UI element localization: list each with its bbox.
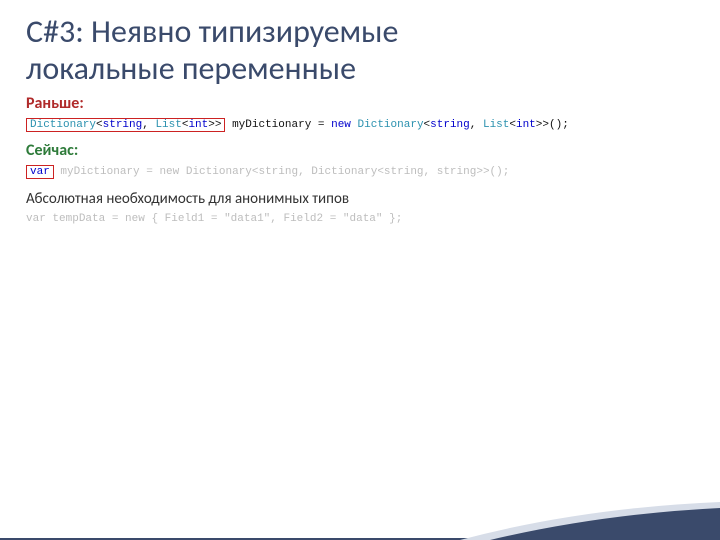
code-now: var myDictionary = new Dictionary<string…	[26, 162, 694, 182]
code-anon: var tempData = new { Field1 = "data1", F…	[26, 210, 694, 228]
section-note-heading: Абсолютная необходимость для анонимных т…	[26, 190, 694, 208]
title-line-2: локальные переменные	[26, 49, 356, 88]
slide-title: C#3: Неявно типизируемые локальные перем…	[26, 14, 694, 88]
slide: C#3: Неявно типизируемые локальные перем…	[0, 0, 720, 540]
swoosh-icon	[460, 500, 720, 540]
code-before: Dictionary<string, List<int>> myDictiona…	[26, 115, 694, 135]
highlight-var-keyword: var	[26, 165, 54, 179]
section-now-heading: Сейчас:	[26, 141, 694, 160]
highlight-old-type: Dictionary<string, List<int>>	[26, 118, 225, 132]
footer-decoration	[0, 516, 720, 540]
section-before-heading: Раньше:	[26, 94, 694, 113]
title-line-1: C#3: Неявно типизируемые	[26, 12, 398, 51]
faded-code-now: myDictionary = new Dictionary<string, Di…	[54, 166, 510, 178]
